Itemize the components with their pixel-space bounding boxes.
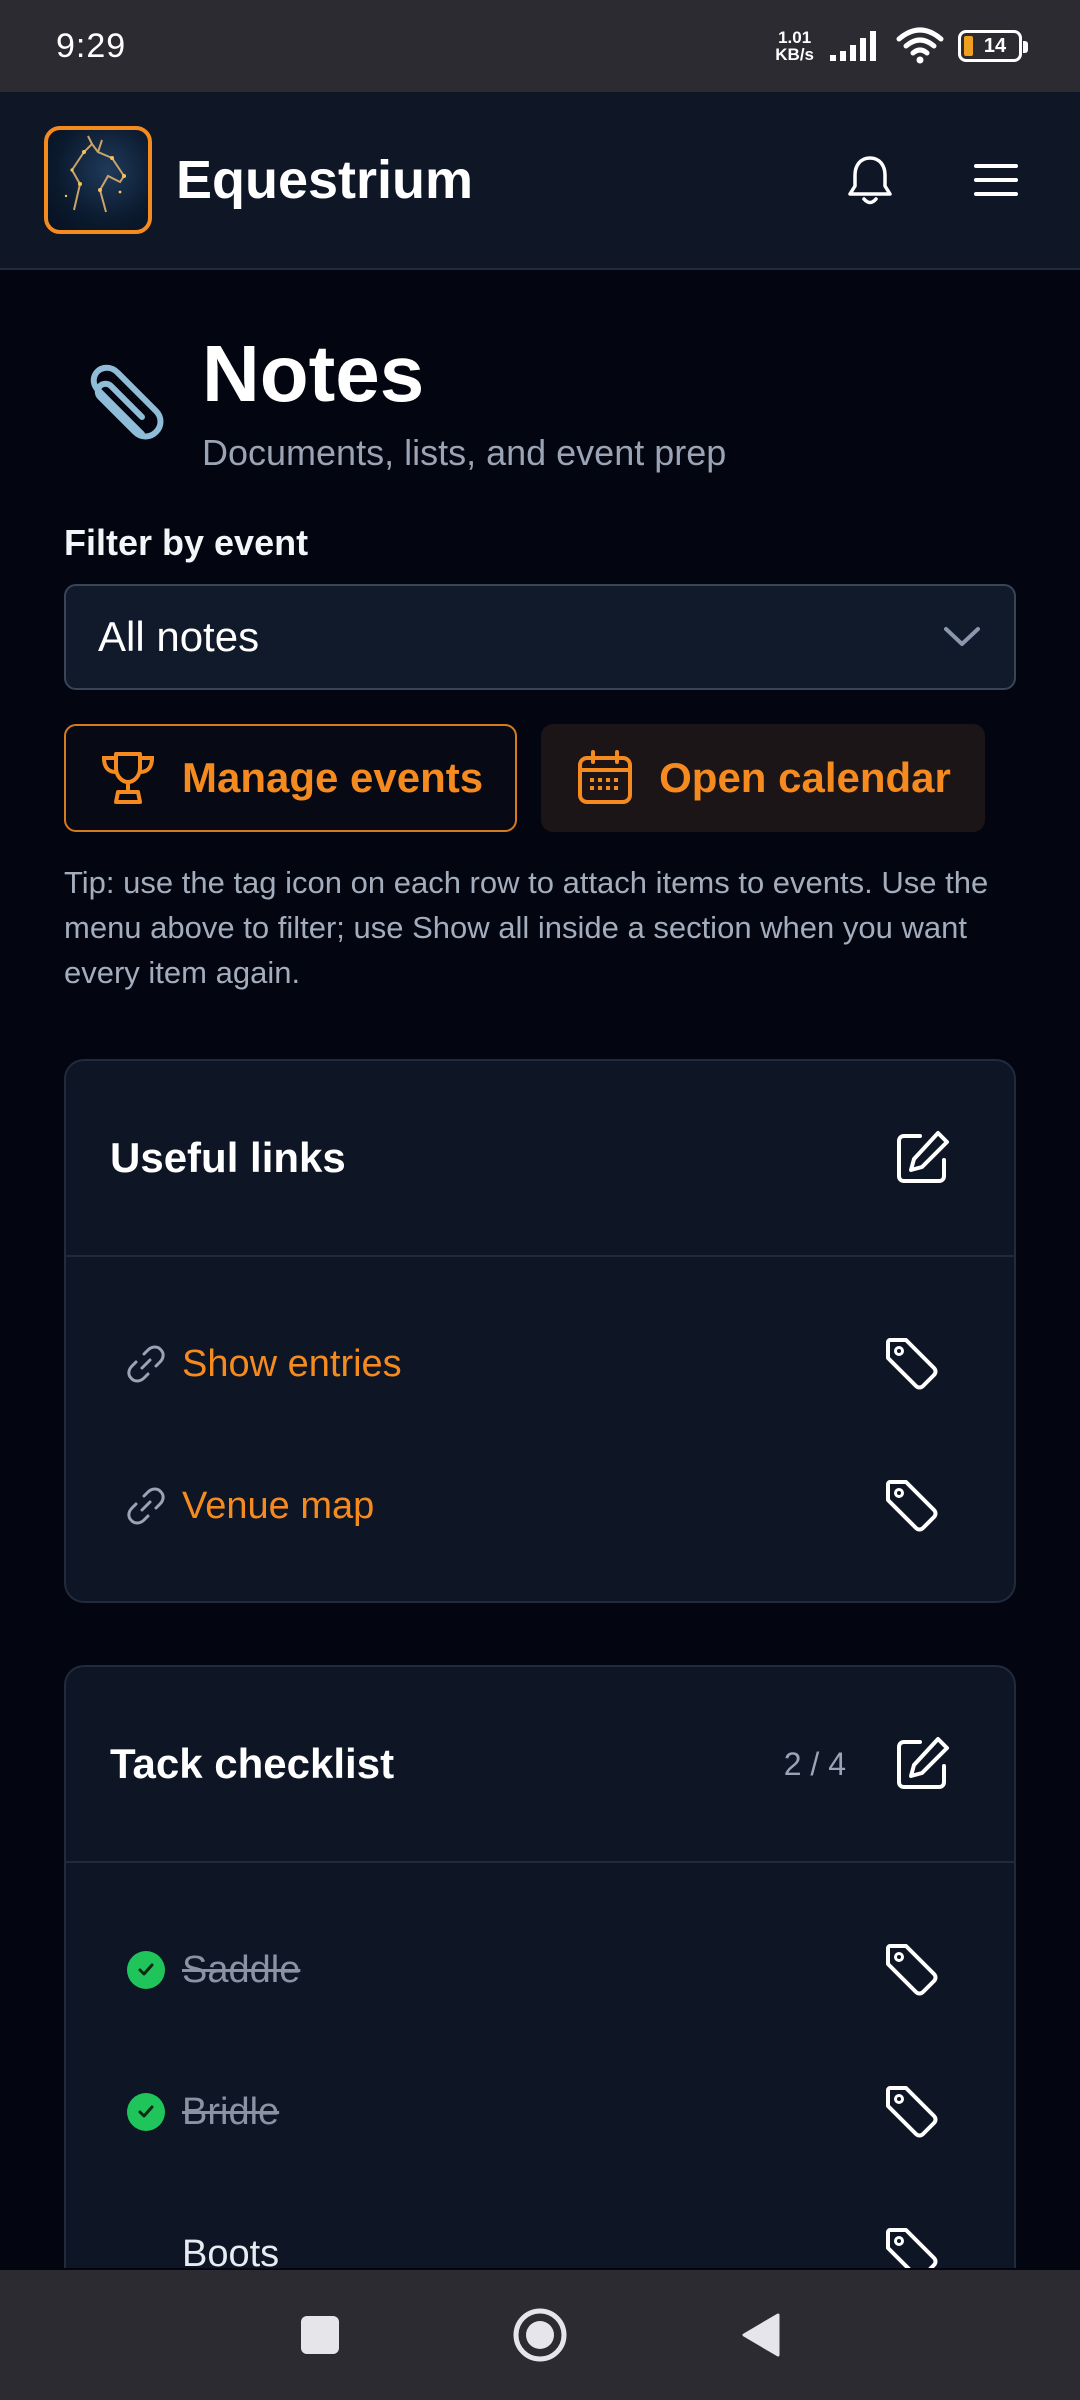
tack-checklist-list: Saddle Bridle Boots xyxy=(66,1863,1014,2268)
tack-checklist-card: Tack checklist 2 / 4 Saddle Bridle Boots xyxy=(64,1665,1016,2268)
battery-indicator: 14 xyxy=(958,30,1028,62)
list-item[interactable]: Show entries xyxy=(66,1293,1014,1435)
check-circle-icon xyxy=(127,1951,165,1989)
checklist-item-label: Bridle xyxy=(182,2090,280,2133)
page-subtitle: Documents, lists, and event prep xyxy=(202,432,727,473)
square-icon xyxy=(301,2316,339,2354)
useful-links-title: Useful links xyxy=(110,1134,346,1181)
tag-icon[interactable] xyxy=(882,1476,942,1536)
chevron-down-icon xyxy=(944,627,980,646)
check-circle-icon xyxy=(127,2093,165,2131)
back-button[interactable] xyxy=(725,2300,795,2370)
page-heading-text: Notes Documents, lists, and event prep xyxy=(202,328,726,474)
page-header: Notes Documents, lists, and event prep xyxy=(64,328,1016,474)
tack-checklist-title: Tack checklist xyxy=(110,1740,395,1787)
checklist-progress-count: 2 / 4 xyxy=(783,1745,846,1782)
open-calendar-label: Open calendar xyxy=(659,754,951,801)
network-speed: 1.01 KB/s xyxy=(775,29,814,63)
trophy-icon xyxy=(101,752,155,804)
paperclip-icon xyxy=(90,364,164,440)
tag-icon[interactable] xyxy=(882,1334,942,1394)
wifi-icon xyxy=(896,27,944,64)
main-content: Notes Documents, lists, and event prep F… xyxy=(0,272,1080,2268)
notifications-button[interactable] xyxy=(830,140,910,220)
event-filter-value: All notes xyxy=(98,613,260,660)
home-button[interactable] xyxy=(505,2300,575,2370)
checkbox[interactable] xyxy=(122,2230,170,2268)
checklist-item[interactable]: Bridle xyxy=(66,2041,1014,2183)
event-filter-select[interactable]: All notes xyxy=(64,584,1016,690)
link-icon xyxy=(122,1340,170,1388)
signal-icon xyxy=(830,31,876,61)
status-time: 9:29 xyxy=(56,26,127,65)
page-title: Notes xyxy=(202,329,425,418)
app-logo[interactable] xyxy=(44,126,152,234)
tack-checklist-header: Tack checklist 2 / 4 xyxy=(66,1667,1014,1863)
home-circle-icon xyxy=(513,2308,567,2362)
checklist-item-label: Boots xyxy=(182,2232,280,2269)
system-navigation-bar xyxy=(0,2270,1080,2400)
battery-level: 14 xyxy=(983,34,1007,57)
checklist-item[interactable]: Boots xyxy=(66,2183,1014,2268)
tag-icon[interactable] xyxy=(882,1940,942,2000)
checkbox[interactable] xyxy=(122,1946,170,1994)
link-label[interactable]: Show entries xyxy=(182,1343,882,1386)
calendar-icon xyxy=(578,750,633,804)
status-icons: 1.01 KB/s 14 xyxy=(775,27,1028,65)
back-triangle-icon xyxy=(742,2313,780,2357)
edit-icon[interactable] xyxy=(892,1128,952,1188)
horse-logo-icon xyxy=(64,135,126,213)
checklist-item[interactable]: Saddle xyxy=(66,1899,1014,2041)
useful-links-list: Show entries Venue map xyxy=(66,1257,1014,1601)
useful-links-card: Useful links Show entries Venue map xyxy=(64,1059,1016,1603)
manage-events-button[interactable]: Manage events xyxy=(64,724,518,832)
tag-icon[interactable] xyxy=(882,2082,942,2142)
tip-text: Tip: use the tag icon on each row to att… xyxy=(64,865,989,990)
app-title: Equestrium xyxy=(176,150,474,210)
useful-links-header: Useful links xyxy=(66,1061,1014,1257)
battery-fill xyxy=(964,36,973,56)
open-calendar-button[interactable]: Open calendar xyxy=(541,724,985,832)
menu-icon xyxy=(974,164,1018,196)
checkbox[interactable] xyxy=(122,2088,170,2136)
link-label[interactable]: Venue map xyxy=(182,1485,882,1528)
action-buttons: Manage events Open calendar xyxy=(64,724,1016,832)
menu-button[interactable] xyxy=(956,140,1036,220)
tag-icon[interactable] xyxy=(882,2224,942,2268)
edit-icon[interactable] xyxy=(892,1734,952,1794)
bell-icon xyxy=(848,156,892,205)
filter-label: Filter by event xyxy=(64,522,309,563)
recents-button[interactable] xyxy=(285,2300,355,2370)
checklist-item-label: Saddle xyxy=(182,1948,301,1991)
manage-events-label: Manage events xyxy=(182,754,484,801)
app-bar: Equestrium xyxy=(0,92,1080,270)
list-item[interactable]: Venue map xyxy=(66,1435,1014,1577)
link-icon xyxy=(122,1482,170,1530)
status-bar: 9:29 1.01 KB/s 14 xyxy=(0,0,1080,92)
screen: 9:29 1.01 KB/s 14 Equestrium Notes Docum… xyxy=(0,0,1080,2400)
network-speed-value: 1.01 xyxy=(778,28,812,47)
network-speed-unit: KB/s xyxy=(775,45,814,64)
